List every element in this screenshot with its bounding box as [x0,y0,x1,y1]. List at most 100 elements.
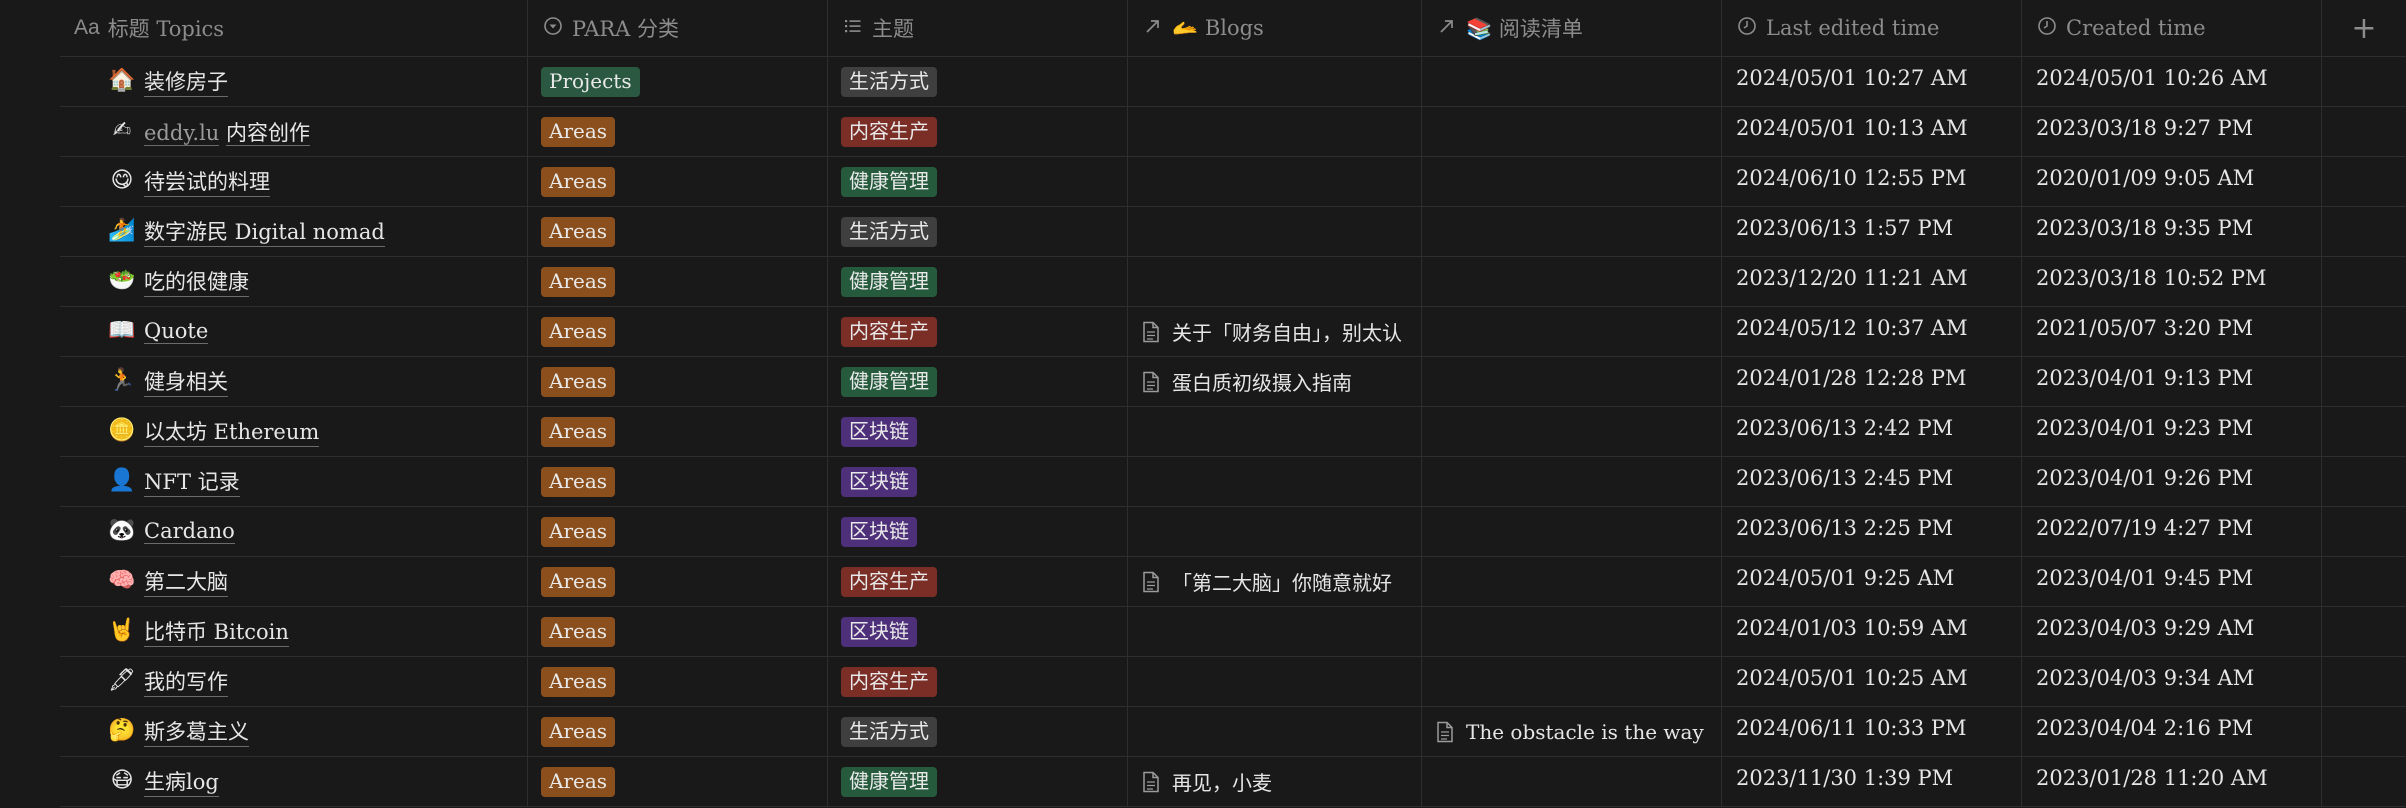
topic-cell[interactable]: 区块链 [828,407,1128,456]
page-title-link[interactable]: Quote [144,319,209,344]
topic-cell[interactable]: 区块链 [828,607,1128,656]
reading-list-cell[interactable] [1422,257,1722,306]
reading-list-cell[interactable]: The obstacle is the way [1422,707,1722,756]
blogs-cell[interactable] [1128,707,1422,756]
topic-cell[interactable]: 健康管理 [828,157,1128,206]
title-cell[interactable]: 🤔 斯多葛主义 [60,707,528,756]
table-row[interactable]: 🏄 数字游民 Digital nomad Areas 生活方式 2023/06/13 1… [60,207,2406,257]
page-title-link[interactable]: NFT 记录 [144,466,240,497]
title-cell[interactable]: 🐼 Cardano [60,507,528,556]
table-row[interactable]: 😋 待尝试的料理 Areas 健康管理 2024/06/10 12:55 PM 2020/… [60,157,2406,207]
table-row[interactable]: 🪙 以太坊 Ethereum Areas 区块链 2023/06/13 2:42 PM 2… [60,407,2406,457]
header-created[interactable]: Created time [2022,0,2322,56]
header-topic[interactable]: 主题 [828,0,1128,56]
reading-list-cell[interactable] [1422,557,1722,606]
blogs-cell[interactable] [1128,657,1422,706]
table-row[interactable]: 🐼 Cardano Areas 区块链 2023/06/13 2:25 PM 2022/0… [60,507,2406,557]
table-row[interactable]: 😷 生病log Areas 健康管理 再见，小麦 2023/11/30 1:39 PM 20… [60,757,2406,807]
blogs-cell[interactable] [1128,407,1422,456]
topic-cell[interactable]: 健康管理 [828,357,1128,406]
header-reading-list[interactable]: 📚 阅读清单 [1422,0,1722,56]
page-title-link[interactable]: 健身相关 [144,366,228,397]
title-cell[interactable]: 🏠 装修房子 [60,57,528,106]
page-title-link[interactable]: 以太坊 Ethereum [144,416,320,447]
topic-cell[interactable]: 生活方式 [828,207,1128,256]
topic-cell[interactable]: 生活方式 [828,57,1128,106]
page-title-link[interactable]: 我的写作 [144,666,228,697]
blogs-cell[interactable] [1128,207,1422,256]
header-blogs[interactable]: 🫴 Blogs [1128,0,1422,56]
para-cell[interactable]: Areas [528,707,828,756]
topic-cell[interactable]: 生活方式 [828,707,1128,756]
reading-relation-link[interactable]: The obstacle is the way [1466,720,1704,744]
para-cell[interactable]: Areas [528,557,828,606]
header-topics[interactable]: Aa 标题 Topics [60,0,528,56]
reading-list-cell[interactable] [1422,607,1722,656]
table-row[interactable]: 🧠 第二大脑 Areas 内容生产 「第二大脑」你随意就好 2024/05/01 9:25… [60,557,2406,607]
title-cell[interactable]: 👤 NFT 记录 [60,457,528,506]
para-cell[interactable]: Projects [528,57,828,106]
blogs-cell[interactable] [1128,107,1422,156]
blog-relation-link[interactable]: 「第二大脑」你随意就好 [1172,567,1392,596]
para-cell[interactable]: Areas [528,507,828,556]
page-title-link[interactable]: 生病log [144,766,219,797]
blog-relation-link[interactable]: 蛋白质初级摄入指南 [1172,367,1352,396]
page-title-link[interactable]: 第二大脑 [144,566,228,597]
para-cell[interactable]: Areas [528,207,828,256]
blogs-cell[interactable] [1128,57,1422,106]
blog-relation-link[interactable]: 关于「财务自由」，别太认 [1172,317,1402,346]
reading-list-cell[interactable] [1422,757,1722,806]
topic-cell[interactable]: 区块链 [828,507,1128,556]
page-title-link[interactable]: 比特币 Bitcoin [144,616,289,647]
topic-cell[interactable]: 内容生产 [828,307,1128,356]
para-cell[interactable]: Areas [528,157,828,206]
page-title-link[interactable]: 数字游民 Digital nomad [144,216,385,247]
blogs-cell[interactable] [1128,457,1422,506]
reading-list-cell[interactable] [1422,407,1722,456]
page-title-link[interactable]: 吃的很健康 [144,266,249,297]
blogs-cell[interactable] [1128,607,1422,656]
topic-cell[interactable]: 内容生产 [828,557,1128,606]
table-row[interactable]: ✍ eddy.lu 内容创作 Areas 内容生产 2024/05/01 10:13 A… [60,107,2406,157]
reading-list-cell[interactable] [1422,357,1722,406]
blogs-cell[interactable] [1128,157,1422,206]
para-cell[interactable]: Areas [528,657,828,706]
blogs-cell[interactable] [1128,257,1422,306]
topic-cell[interactable]: 内容生产 [828,657,1128,706]
title-cell[interactable]: 🤘 比特币 Bitcoin [60,607,528,656]
table-row[interactable]: 🤘 比特币 Bitcoin Areas 区块链 2024/01/03 10:59 AM 2… [60,607,2406,657]
page-title-link[interactable]: eddy.lu 内容创作 [144,117,310,147]
para-cell[interactable]: Areas [528,357,828,406]
para-cell[interactable]: Areas [528,107,828,156]
title-cell[interactable]: 🧠 第二大脑 [60,557,528,606]
page-title-link[interactable]: 斯多葛主义 [144,716,249,747]
title-cell[interactable]: 📖 Quote [60,307,528,356]
table-row[interactable]: 🏃 健身相关 Areas 健康管理 蛋白质初级摄入指南 2024/01/28 12:28 … [60,357,2406,407]
reading-list-cell[interactable] [1422,657,1722,706]
title-cell[interactable]: 🥗 吃的很健康 [60,257,528,306]
reading-list-cell[interactable] [1422,307,1722,356]
blog-relation-link[interactable]: 再见，小麦 [1172,767,1272,796]
title-cell[interactable]: 🪙 以太坊 Ethereum [60,407,528,456]
blogs-cell[interactable]: 关于「财务自由」，别太认 [1128,307,1422,356]
reading-list-cell[interactable] [1422,457,1722,506]
table-row[interactable]: 🥗 吃的很健康 Areas 健康管理 2023/12/20 11:21 AM 2023/0… [60,257,2406,307]
title-cell[interactable]: 🏄 数字游民 Digital nomad [60,207,528,256]
table-row[interactable]: 🖋 我的写作 Areas 内容生产 2024/05/01 10:25 AM 2023/04… [60,657,2406,707]
para-cell[interactable]: Areas [528,757,828,806]
table-row[interactable]: 🤔 斯多葛主义 Areas 生活方式 The obstacle is the way 20… [60,707,2406,757]
title-cell[interactable]: 🏃 健身相关 [60,357,528,406]
reading-list-cell[interactable] [1422,157,1722,206]
table-row[interactable]: 👤 NFT 记录 Areas 区块链 2023/06/13 2:45 PM 2023/04… [60,457,2406,507]
page-title-link[interactable]: Cardano [144,519,235,544]
blogs-cell[interactable]: 「第二大脑」你随意就好 [1128,557,1422,606]
header-para[interactable]: PARA 分类 [528,0,828,56]
para-cell[interactable]: Areas [528,257,828,306]
title-cell[interactable]: 🖋 我的写作 [60,657,528,706]
topic-cell[interactable]: 健康管理 [828,757,1128,806]
topic-cell[interactable]: 区块链 [828,457,1128,506]
title-cell[interactable]: 😷 生病log [60,757,528,806]
para-cell[interactable]: Areas [528,457,828,506]
para-cell[interactable]: Areas [528,307,828,356]
title-cell[interactable]: ✍ eddy.lu 内容创作 [60,107,528,156]
